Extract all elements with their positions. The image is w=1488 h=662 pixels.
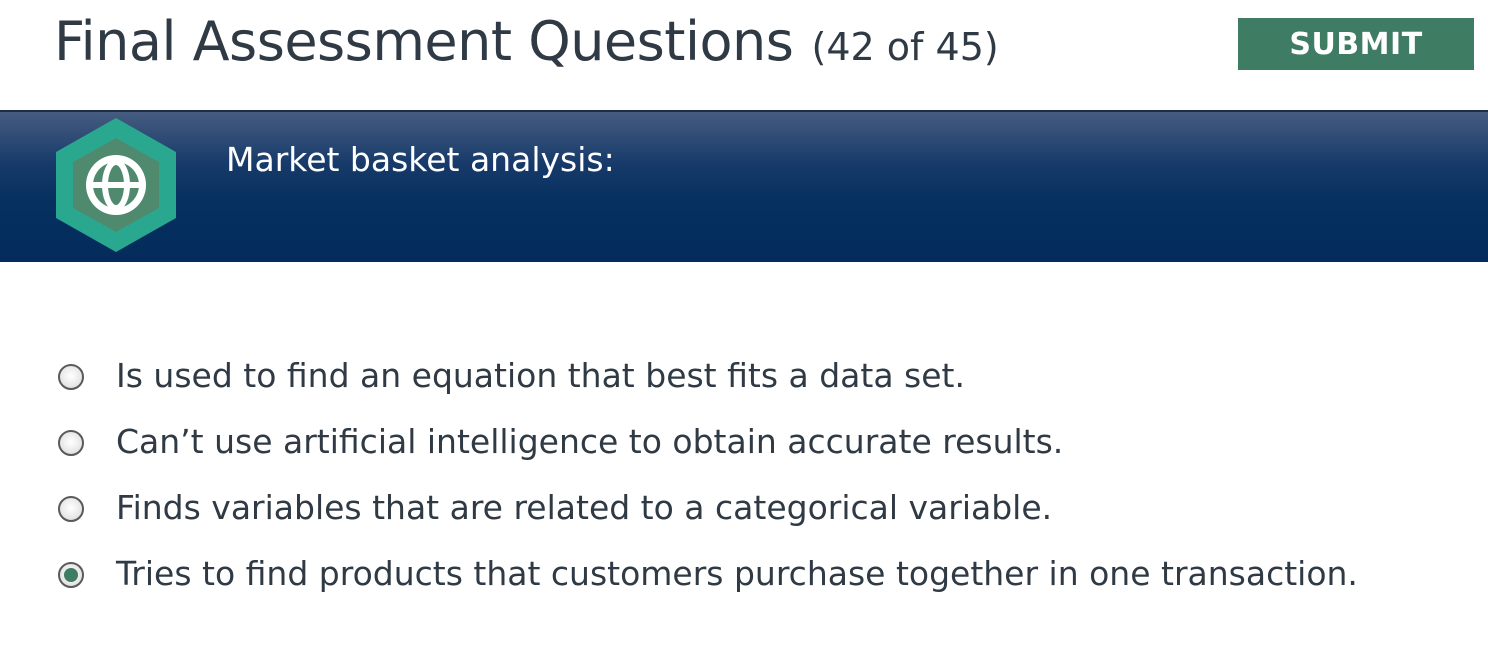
radio-button[interactable]	[58, 562, 84, 588]
header: Final Assessment Questions (42 of 45) SU…	[0, 0, 1488, 110]
question-banner: Market basket analysis:	[0, 110, 1488, 262]
answer-option[interactable]: Is used to find an equation that best fi…	[0, 344, 1488, 410]
submit-button[interactable]: SUBMIT	[1238, 18, 1474, 70]
question-progress: (42 of 45)	[811, 25, 999, 69]
answer-options: Is used to find an equation that best fi…	[0, 344, 1488, 608]
title-text: Final Assessment Questions	[54, 10, 794, 73]
radio-button[interactable]	[58, 496, 84, 522]
page-title: Final Assessment Questions (42 of 45)	[54, 6, 999, 85]
globe-icon	[56, 118, 176, 252]
answer-option[interactable]: Finds variables that are related to a ca…	[0, 476, 1488, 542]
answer-option[interactable]: Can’t use artificial intelligence to obt…	[0, 410, 1488, 476]
radio-button[interactable]	[58, 364, 84, 390]
answer-option-label: Is used to find an equation that best fi…	[116, 356, 965, 395]
question-text: Market basket analysis:	[226, 140, 615, 179]
radio-button[interactable]	[58, 430, 84, 456]
answer-option[interactable]: Tries to find products that customers pu…	[0, 542, 1488, 608]
assessment-page: Final Assessment Questions (42 of 45) SU…	[0, 0, 1488, 662]
answer-option-label: Tries to find products that customers pu…	[116, 554, 1358, 593]
answer-option-label: Can’t use artificial intelligence to obt…	[116, 422, 1064, 461]
answer-option-label: Finds variables that are related to a ca…	[116, 488, 1053, 527]
